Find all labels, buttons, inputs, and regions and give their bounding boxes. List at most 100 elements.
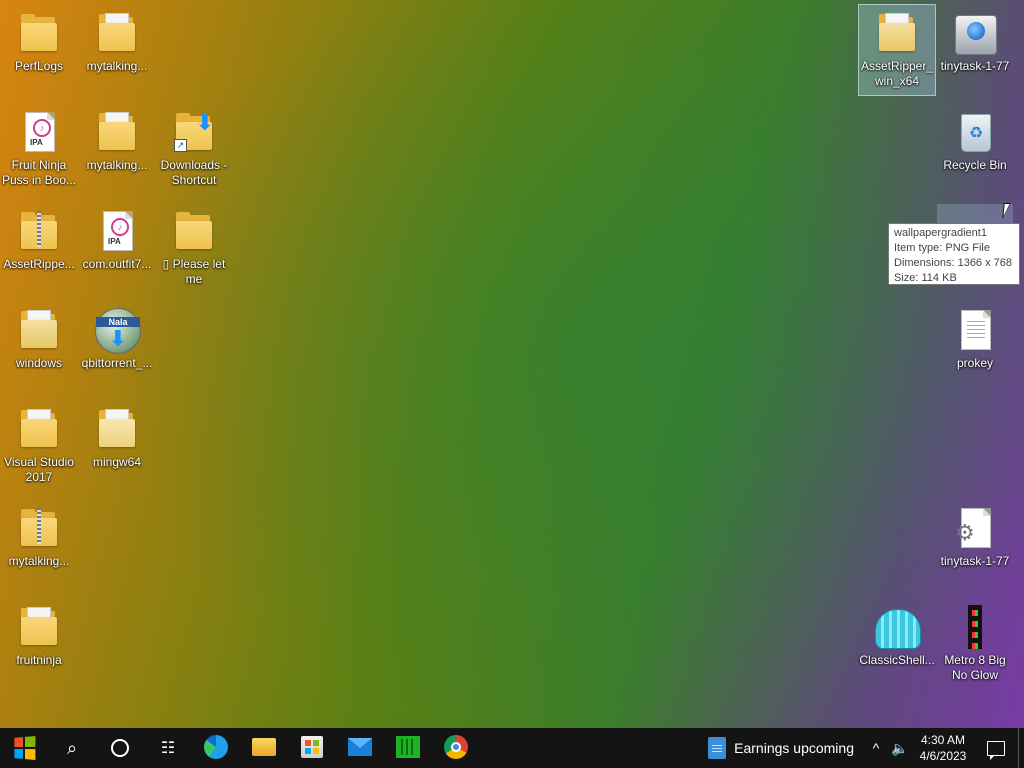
taskbar-chrome[interactable]: [432, 728, 480, 768]
clock-time: 4:30 AM: [920, 733, 966, 747]
folder-icon: [95, 110, 139, 154]
desktop-icon-wallpapergradient1[interactable]: [937, 204, 1013, 224]
mail-icon: [348, 738, 372, 756]
desktop-icon-classicshell[interactable]: ClassicShell...: [859, 599, 935, 689]
news-icon: [708, 737, 727, 759]
clock[interactable]: 4:30 AM 4/6/2023: [912, 732, 974, 764]
icon-label: AssetRippe...: [3, 257, 75, 271]
task-view-icon: ☷: [160, 740, 176, 757]
desktop-icon-assetripper-folder[interactable]: AssetRipper_ win_x64: [858, 4, 936, 96]
taskbar: ⌕ ☷ Earnings upcoming ^ 🔈 4:30 AM 4/6/20…: [0, 728, 1024, 768]
tooltip-dimensions: Dimensions: 1366 x 768: [894, 257, 1013, 269]
desktop-icon-tinytask-exe[interactable]: tinytask-1-77: [937, 5, 1013, 95]
desktop-icon-com-outfit7[interactable]: ♪ IPA com.outfit7...: [79, 203, 155, 293]
folder-icon: [17, 308, 61, 352]
icon-label: fruitninja: [16, 653, 62, 667]
icon-label: mytalking...: [86, 158, 148, 172]
volume-icon[interactable]: 🔈: [888, 740, 912, 757]
desktop-icon-please-let-me[interactable]: ▯ Please let me: [156, 203, 232, 293]
folder-icon: [17, 407, 61, 451]
taskbar-green-app[interactable]: [384, 728, 432, 768]
clock-date: 4/6/2023: [919, 749, 967, 763]
tooltip-size: Size: 114 KB: [894, 272, 957, 284]
shell-icon: [875, 605, 921, 649]
desktop-icon-tinytask-cfg[interactable]: ⚙ tinytask-1-77: [937, 500, 1013, 590]
notification-button[interactable]: [974, 740, 1018, 760]
zip-folder-icon: [17, 209, 61, 253]
icon-label: mytalking...: [86, 59, 148, 73]
folder-icon: [95, 407, 139, 451]
desktop-icon-mytalking-1[interactable]: mytalking...: [79, 5, 155, 95]
tooltip-type: Item type: PNG File: [894, 242, 990, 254]
start-button[interactable]: [0, 728, 48, 768]
tooltip-name: wallpapergradient1: [894, 227, 987, 239]
icon-label: AssetRipper_ win_x64: [860, 59, 934, 88]
edge-icon: [204, 735, 228, 759]
text-file-icon: [953, 308, 997, 352]
icon-label: Recycle Bin: [943, 158, 1007, 172]
folder-icon: [172, 209, 216, 253]
desktop-icon-recycle-bin[interactable]: ♻ Recycle Bin: [937, 104, 1013, 194]
mouse-cursor-icon: [1002, 203, 1018, 219]
desktop-icon-fruitninja[interactable]: fruitninja: [1, 599, 77, 689]
notification-icon: [987, 740, 1005, 760]
desktop-icon-fruit-ninja-ipa[interactable]: ♪ IPA Fruit Ninja Puss in Boo...: [1, 104, 77, 194]
app-drive-icon: [953, 11, 997, 55]
search-icon: ⌕: [66, 737, 78, 758]
chrome-icon: [444, 735, 468, 759]
icon-label: windows: [15, 356, 63, 370]
icon-label: tinytask-1-77: [940, 59, 1010, 73]
desktop-icon-mytalking-zip[interactable]: mytalking...: [1, 500, 77, 590]
folder-icon: [17, 605, 61, 649]
icon-label: com.outfit7...: [82, 257, 152, 271]
file-tooltip: wallpapergradient1 Item type: PNG File D…: [888, 223, 1020, 285]
green-app-icon: [396, 736, 420, 758]
icon-label: mytalking...: [8, 554, 70, 568]
taskbar-file-explorer[interactable]: [240, 728, 288, 768]
icon-label: prokey: [956, 356, 994, 370]
cortana-button[interactable]: [96, 728, 144, 768]
icon-label: Visual Studio 2017: [4, 455, 74, 484]
settings-file-icon: ⚙: [953, 506, 997, 550]
tray-overflow-chevron-icon[interactable]: ^: [864, 740, 888, 756]
news-text: Earnings upcoming: [734, 740, 854, 756]
windows-logo-icon: [14, 735, 36, 761]
desktop-icon-downloads-shortcut[interactable]: ⬇ ↗ Downloads - Shortcut: [156, 104, 232, 194]
desktop-icon-perflogs[interactable]: PerfLogs: [1, 5, 77, 95]
store-icon: [301, 736, 323, 758]
icon-label: ClassicShell...: [859, 653, 935, 667]
desktop-icon-qbittorrent[interactable]: Nala ⬇ qbittorrent_...: [79, 302, 155, 392]
desktop-icon-mytalking-2[interactable]: mytalking...: [79, 104, 155, 194]
start-orb-strip-icon: [953, 605, 997, 649]
recycle-bin-icon: ♻: [953, 110, 997, 154]
system-tray: ^ 🔈 4:30 AM 4/6/2023: [864, 728, 1024, 768]
icon-label: Downloads - Shortcut: [160, 158, 228, 187]
installer-icon: Nala ⬇: [95, 308, 141, 354]
desktop-icon-visual-studio[interactable]: Visual Studio 2017: [1, 401, 77, 491]
folder-icon: [95, 11, 139, 55]
desktop-icon-assetripper-zip[interactable]: AssetRippe...: [1, 203, 77, 293]
news-widget[interactable]: Earnings upcoming: [702, 728, 864, 768]
desktop-icon-metro8[interactable]: Metro 8 Big No Glow: [937, 599, 1013, 689]
icon-label: Metro 8 Big No Glow: [944, 653, 1006, 682]
icon-label: tinytask-1-77: [940, 554, 1010, 568]
desktop-icon-windows[interactable]: windows: [1, 302, 77, 392]
desktop-icon-mingw64[interactable]: mingw64: [79, 401, 155, 491]
ipa-file-icon: ♪ IPA: [95, 209, 139, 253]
zip-folder-icon: [17, 506, 61, 550]
folder-icon: [17, 11, 61, 55]
folder-shortcut-icon: ⬇ ↗: [172, 110, 216, 154]
ipa-file-icon: ♪ IPA: [17, 110, 61, 154]
icon-label: ▯ Please let me: [162, 257, 226, 286]
file-explorer-icon: [252, 738, 276, 756]
search-button[interactable]: ⌕: [48, 728, 96, 768]
folder-icon: [875, 11, 919, 55]
icon-label: Fruit Ninja Puss in Boo...: [1, 158, 77, 187]
taskbar-edge[interactable]: [192, 728, 240, 768]
task-view-button[interactable]: ☷: [144, 728, 192, 768]
desktop[interactable]: PerfLogs ♪ IPA Fruit Ninja Puss in Boo...…: [0, 0, 1024, 728]
taskbar-mail[interactable]: [336, 728, 384, 768]
desktop-icon-prokey[interactable]: prokey: [937, 302, 1013, 392]
show-desktop-button[interactable]: [1018, 728, 1024, 768]
taskbar-store[interactable]: [288, 728, 336, 768]
